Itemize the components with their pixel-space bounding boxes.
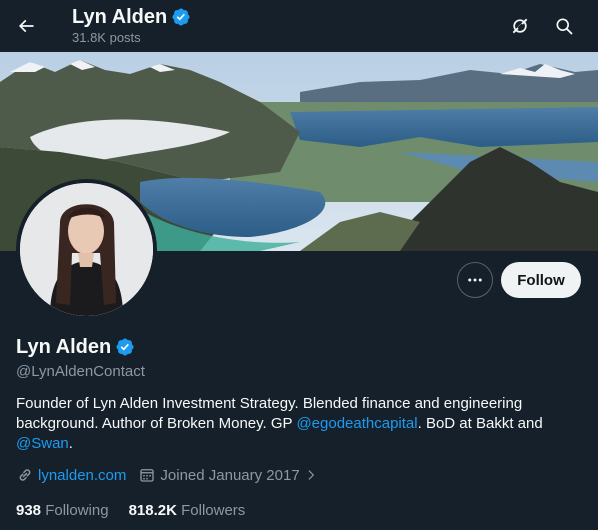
more-icon — [468, 278, 482, 282]
joined-date: Joined January 2017 — [160, 466, 300, 484]
post-count: 31.8K posts — [72, 30, 141, 45]
bio-mention-swan[interactable]: @Swan — [16, 435, 69, 452]
followers-count: 818.2K — [128, 502, 177, 519]
calendar-icon — [140, 469, 155, 482]
profile-name: Lyn Alden — [16, 336, 112, 358]
followers-label: Followers — [181, 502, 246, 519]
bio-mention-egodeathcapital[interactable]: @egodeathcapital — [296, 415, 417, 432]
more-options-button[interactable] — [457, 262, 493, 298]
website-link[interactable]: lynalden.com — [38, 467, 126, 484]
following-link[interactable]: 938 Following — [16, 502, 109, 519]
follow-button[interactable]: Follow — [501, 262, 581, 298]
avatar[interactable] — [16, 179, 157, 320]
header-title: Lyn Alden — [72, 6, 168, 28]
followers-link[interactable]: 818.2K Followers — [129, 502, 246, 519]
grok-button[interactable] — [502, 8, 538, 44]
grok-icon — [512, 18, 528, 34]
following-label: Following — [45, 502, 109, 519]
avatar-image — [20, 183, 153, 316]
search-button[interactable] — [546, 8, 582, 44]
top-bar: Lyn Alden 31.8K posts — [0, 0, 598, 52]
back-button[interactable] — [8, 8, 44, 44]
header-title-block: Lyn Alden 31.8K posts — [72, 4, 191, 46]
joined-item[interactable]: Joined January 2017 — [138, 466, 317, 484]
link-icon — [19, 469, 31, 481]
website-item: lynalden.com — [16, 466, 126, 484]
verified-badge-icon[interactable] — [115, 337, 135, 357]
profile-bio: Founder of Lyn Alden Investment Strategy… — [16, 394, 576, 454]
following-count: 938 — [16, 502, 42, 519]
arrow-left-icon — [18, 19, 34, 33]
bio-text: . BoD at Bakkt and — [417, 415, 543, 432]
bio-text: . — [68, 435, 73, 452]
profile-name-row: Lyn Alden — [16, 334, 135, 360]
search-icon — [556, 18, 573, 35]
profile-meta: lynalden.com Joined January 2017 — [16, 466, 330, 484]
profile-handle: @LynAldenContact — [16, 363, 145, 380]
verified-badge-icon — [172, 8, 190, 26]
follow-counts: 938 Following 818.2K Followers — [16, 502, 265, 519]
chevron-right-icon — [308, 470, 314, 480]
